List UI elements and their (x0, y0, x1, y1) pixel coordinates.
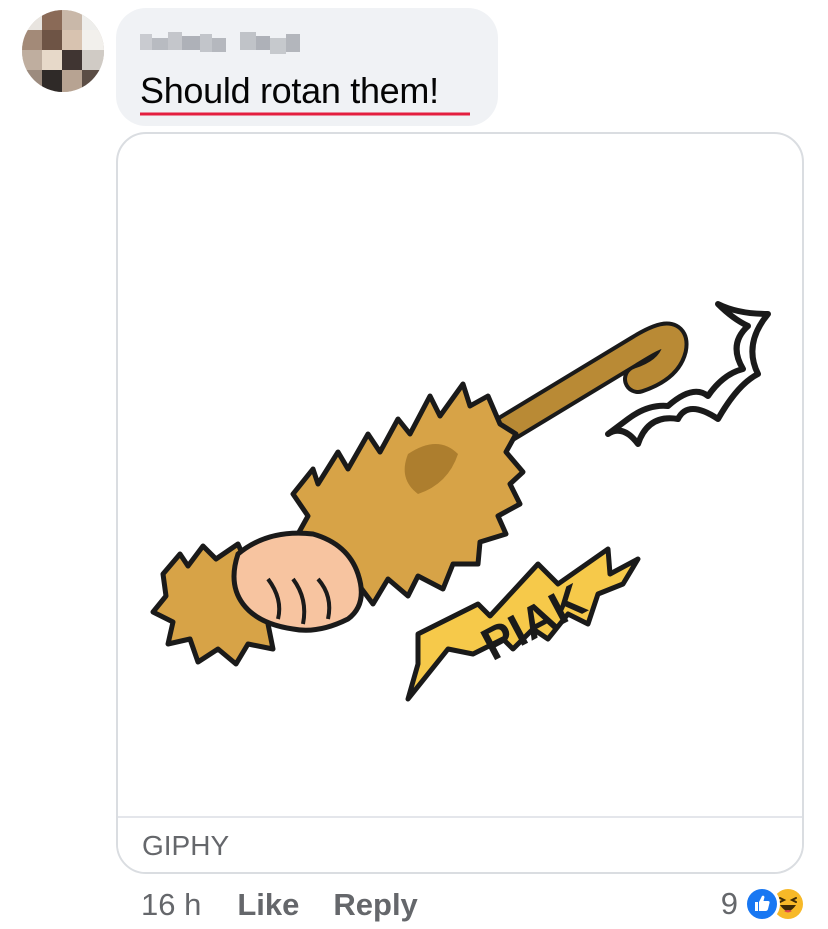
comment-bubble: Should rotan them! (116, 8, 498, 126)
reaction-count: 9 (720, 886, 738, 921)
thumbs-up-icon (744, 886, 780, 922)
gif-image-stick-hit: PIAK (150, 301, 771, 702)
author-name-redacted[interactable] (140, 30, 312, 54)
gif-source-label[interactable]: GIPHY (142, 830, 229, 862)
gif-footer: GIPHY (118, 816, 802, 872)
like-button[interactable]: Like (237, 887, 299, 923)
reply-button[interactable]: Reply (333, 887, 417, 923)
gif-attachment[interactable]: PIAK GIPHY (116, 132, 804, 874)
avatar-image (22, 10, 104, 92)
spellcheck-underline (140, 112, 470, 116)
comment-actions: 16 h Like Reply (141, 885, 452, 925)
comment-timestamp[interactable]: 16 h (141, 887, 201, 923)
reaction-summary[interactable]: 9 (721, 882, 806, 926)
comment-text: Should rotan them! (140, 70, 439, 111)
commenter-avatar[interactable] (22, 10, 104, 92)
